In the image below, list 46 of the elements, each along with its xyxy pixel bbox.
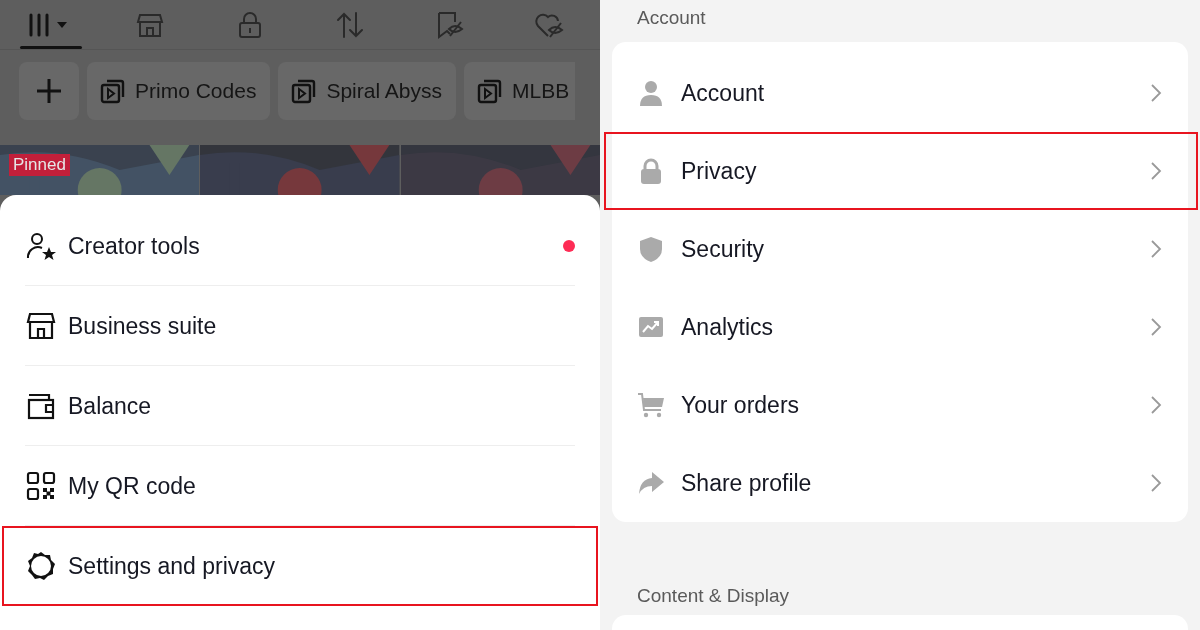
plus-icon	[36, 78, 62, 104]
add-playlist-button[interactable]	[19, 62, 79, 120]
settings-item[interactable]: Share profile	[612, 444, 1188, 522]
lock-icon	[237, 10, 263, 39]
hidden-bookmark-icon	[435, 9, 465, 40]
menu-item-label: My QR code	[68, 472, 196, 500]
menu-item[interactable]: Balance	[0, 366, 600, 446]
menu-item[interactable]: Settings and privacy	[2, 526, 598, 606]
cart-icon	[637, 391, 665, 419]
chevron-icon	[1150, 239, 1162, 259]
settings-item[interactable]: Your orders	[612, 366, 1188, 444]
storefront-icon	[25, 310, 57, 342]
shield-icon	[637, 235, 665, 263]
chevron-icon	[1150, 83, 1162, 103]
menu-item-label: Creator tools	[68, 232, 200, 260]
person-icon	[637, 79, 665, 107]
chevron-icon	[1150, 161, 1162, 181]
settings-item-label: Privacy	[681, 157, 757, 185]
menu-item-label: Balance	[68, 392, 152, 420]
playlist-icon	[100, 78, 126, 104]
chevron-icon	[1150, 473, 1162, 493]
settings-item[interactable]: Account	[612, 54, 1188, 132]
repost-icon	[335, 10, 365, 39]
settings-item-label: Share profile	[681, 469, 812, 497]
chevron-icon	[1150, 395, 1162, 415]
person-star-icon	[25, 230, 57, 262]
settings-item-label: Account	[681, 79, 765, 107]
menu-item[interactable]: My QR code	[0, 446, 600, 526]
pinned-badge: Pinned	[9, 154, 70, 176]
playlist-icon	[291, 78, 318, 104]
settings-item-label: Analytics	[681, 313, 774, 341]
qr-code-icon	[25, 470, 57, 502]
menu-item-label: Settings and privacy	[68, 552, 276, 580]
settings-item[interactable]: Analytics	[612, 288, 1188, 366]
section-heading: Content & Display	[636, 584, 791, 608]
settings-item[interactable]: Security	[612, 210, 1188, 288]
section-heading: Account	[636, 6, 707, 30]
playlist-icon	[476, 78, 503, 104]
menu-item[interactable]: Business suite	[0, 286, 600, 366]
chevron-icon	[1150, 317, 1162, 337]
menu-item-label: Business suite	[68, 312, 217, 340]
gear-icon	[25, 550, 57, 582]
settings-item-label: Your orders	[681, 391, 800, 419]
settings-item-label: Security	[681, 235, 765, 263]
menu-item[interactable]: Creator tools	[0, 206, 600, 286]
settings-item[interactable]: Privacy	[604, 132, 1198, 210]
